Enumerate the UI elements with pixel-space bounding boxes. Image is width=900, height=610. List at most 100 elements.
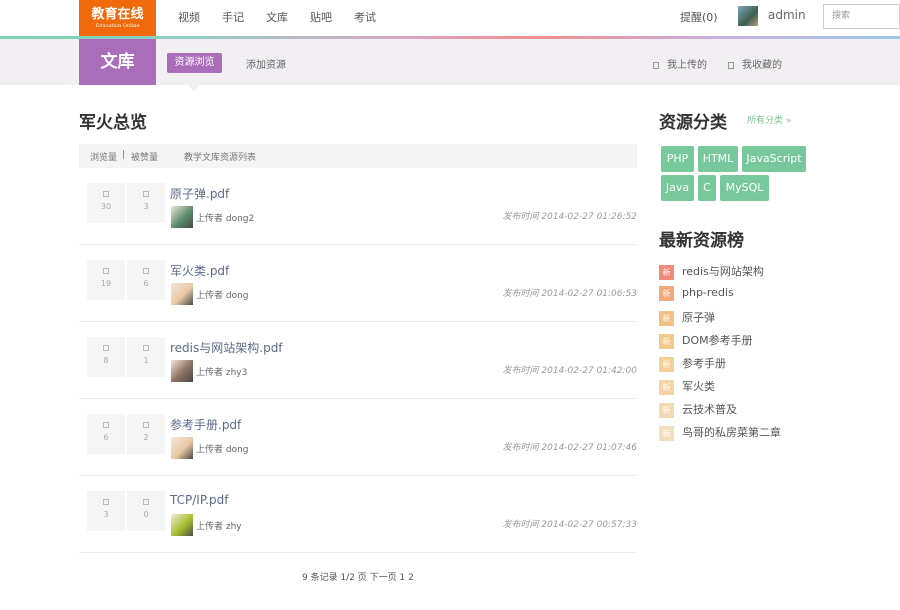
uploader-name[interactable]: 上传者 zhy3 [196, 365, 247, 378]
nav-item-exam[interactable]: 考试 [354, 9, 376, 25]
my-uploads-label: 我上传的 [667, 60, 707, 71]
view-count-value: 19 [100, 279, 112, 288]
nav-item-library[interactable]: 文库 [266, 9, 288, 25]
uploader-avatar[interactable] [171, 360, 193, 382]
favorite-icon [728, 62, 734, 69]
new-badge: 新 [659, 403, 674, 418]
view-count-value: 8 [103, 356, 109, 365]
ranking-item[interactable]: 新原子弹 [659, 309, 715, 326]
file-link[interactable]: 军火类.pdf [170, 262, 229, 279]
view-count: 30 [87, 183, 125, 223]
uploader-name[interactable]: 上传者 dong2 [196, 211, 254, 224]
sort-separator: | [122, 150, 126, 160]
sort-by-views[interactable]: 浏览量 [90, 150, 117, 163]
uploader-name[interactable]: 上传者 dong [196, 442, 249, 455]
ranking-item[interactable]: 新 php-redis [659, 286, 734, 301]
tag-html[interactable]: HTML [698, 146, 738, 172]
sort-by-likes[interactable]: 被赞量 [131, 150, 158, 163]
new-badge: 新 [659, 357, 674, 372]
ranking-item[interactable]: 新鸟哥的私房菜第二章 [659, 424, 781, 441]
thumb-icon [143, 191, 149, 197]
list-caption: 教学文库资源列表 [184, 153, 257, 163]
ranking-item-label: php-redis [682, 286, 734, 299]
tag-c[interactable]: C [698, 175, 716, 201]
ranking-item-label: 军火类 [682, 380, 715, 393]
new-badge: 新 [659, 286, 674, 301]
nav-item-notes[interactable]: 手记 [222, 9, 244, 25]
file-link[interactable]: 原子弹.pdf [170, 185, 229, 202]
like-count-value: 0 [143, 510, 149, 519]
file-link[interactable]: TCP/IP.pdf [170, 493, 228, 507]
like-count-value: 1 [143, 356, 149, 365]
uploader-avatar[interactable] [171, 514, 193, 536]
view-count-value: 30 [100, 202, 112, 211]
like-count[interactable]: 0 [127, 491, 165, 531]
uploader-name[interactable]: 上传者 zhy [196, 519, 242, 532]
ranking-item-label: 鸟哥的私房菜第二章 [682, 426, 781, 439]
new-badge: 新 [659, 380, 674, 395]
uploader-avatar[interactable] [171, 283, 193, 305]
file-link[interactable]: 参考手册.pdf [170, 416, 241, 433]
like-count[interactable]: 1 [127, 337, 165, 377]
page-title: 军火总览 [79, 113, 147, 133]
ranking-item[interactable]: 新云技术普及 [659, 401, 737, 418]
thumb-icon [143, 422, 149, 428]
view-count: 19 [87, 260, 125, 300]
like-count[interactable]: 3 [127, 183, 165, 223]
eye-icon [103, 345, 109, 351]
uploader-avatar[interactable] [171, 437, 193, 459]
publish-time: 发布时间 2014-02-27 00:57:33 [502, 520, 637, 530]
my-favorites-link[interactable]: 我收藏的 [728, 56, 782, 71]
tag-php[interactable]: PHP [661, 146, 694, 172]
resource-item: 6 2 参考手册.pdf 上传者 dong 发布时间 2014-02-27 01:07:… [79, 399, 637, 476]
uploader-name[interactable]: 上传者 dong [196, 288, 249, 301]
nav-item-video[interactable]: 视频 [178, 9, 200, 25]
logo-subtext: Education Online [95, 23, 140, 29]
publish-time: 发布时间 2014-02-27 01:06:53 [502, 289, 637, 299]
ranking-item-label: redis与网站架构 [682, 265, 764, 278]
resource-item: 19 6 军火类.pdf 上传者 dong 发布时间 2014-02-27 01:06:… [79, 245, 637, 322]
all-categories-link[interactable]: 所有分类 » [747, 113, 791, 126]
nav-item-forum[interactable]: 贴吧 [310, 9, 332, 25]
site-logo[interactable]: 教育在线 Education Online [79, 0, 156, 36]
new-badge: 新 [659, 426, 674, 441]
tab-browse-resources[interactable]: 资源浏览 [167, 53, 222, 73]
ranking-item-label: DOM参考手册 [682, 334, 753, 347]
view-count-value: 6 [103, 433, 109, 442]
thumb-icon [143, 345, 149, 351]
view-count-value: 3 [103, 510, 109, 519]
tag-mysql[interactable]: MySQL [720, 175, 769, 201]
tag-javascript[interactable]: JavaScript [742, 146, 806, 172]
sort-bar: 浏览量 | 被赞量 教学文库资源列表 [79, 144, 637, 168]
ranking-title: 最新资源榜 [659, 231, 744, 251]
search-input[interactable]: 搜索 [823, 4, 900, 29]
publish-time: 发布时间 2014-02-27 01:42:00 [502, 366, 637, 376]
my-uploads-link[interactable]: 我上传的 [653, 56, 707, 71]
like-count[interactable]: 6 [127, 260, 165, 300]
user-avatar[interactable] [738, 6, 758, 26]
category-title: 资源分类 [659, 113, 727, 133]
file-link[interactable]: redis与网站架构.pdf [170, 339, 283, 356]
like-count-value: 2 [143, 433, 149, 442]
publish-time: 发布时间 2014-02-27 01:26:52 [502, 212, 637, 222]
notifications-link[interactable]: 提醒(0) [680, 9, 718, 25]
uploader-avatar[interactable] [171, 206, 193, 228]
new-badge: 新 [659, 334, 674, 349]
active-tab-indicator [188, 85, 200, 91]
upload-icon [653, 62, 659, 69]
new-badge: 新 [659, 311, 674, 326]
like-count[interactable]: 2 [127, 414, 165, 454]
tag-java[interactable]: Java [661, 175, 694, 201]
eye-icon [103, 268, 109, 274]
ranking-item[interactable]: 新军火类 [659, 378, 715, 395]
my-favorites-label: 我收藏的 [742, 60, 782, 71]
ranking-item[interactable]: 新 DOM参考手册 [659, 332, 753, 349]
ranking-item-label: 原子弹 [682, 311, 715, 324]
tab-add-resource[interactable]: 添加资源 [246, 56, 286, 71]
ranking-item[interactable]: 新参考手册 [659, 355, 726, 372]
resource-item: 3 0 TCP/IP.pdf 上传者 zhy 发布时间 2014-02-27 00:57… [79, 476, 637, 553]
eye-icon [103, 191, 109, 197]
username-link[interactable]: admin [768, 8, 806, 22]
pagination[interactable]: 9 条记录 1/2 页 下一页 1 2 [302, 570, 414, 583]
ranking-item[interactable]: 新 redis与网站架构 [659, 263, 764, 280]
